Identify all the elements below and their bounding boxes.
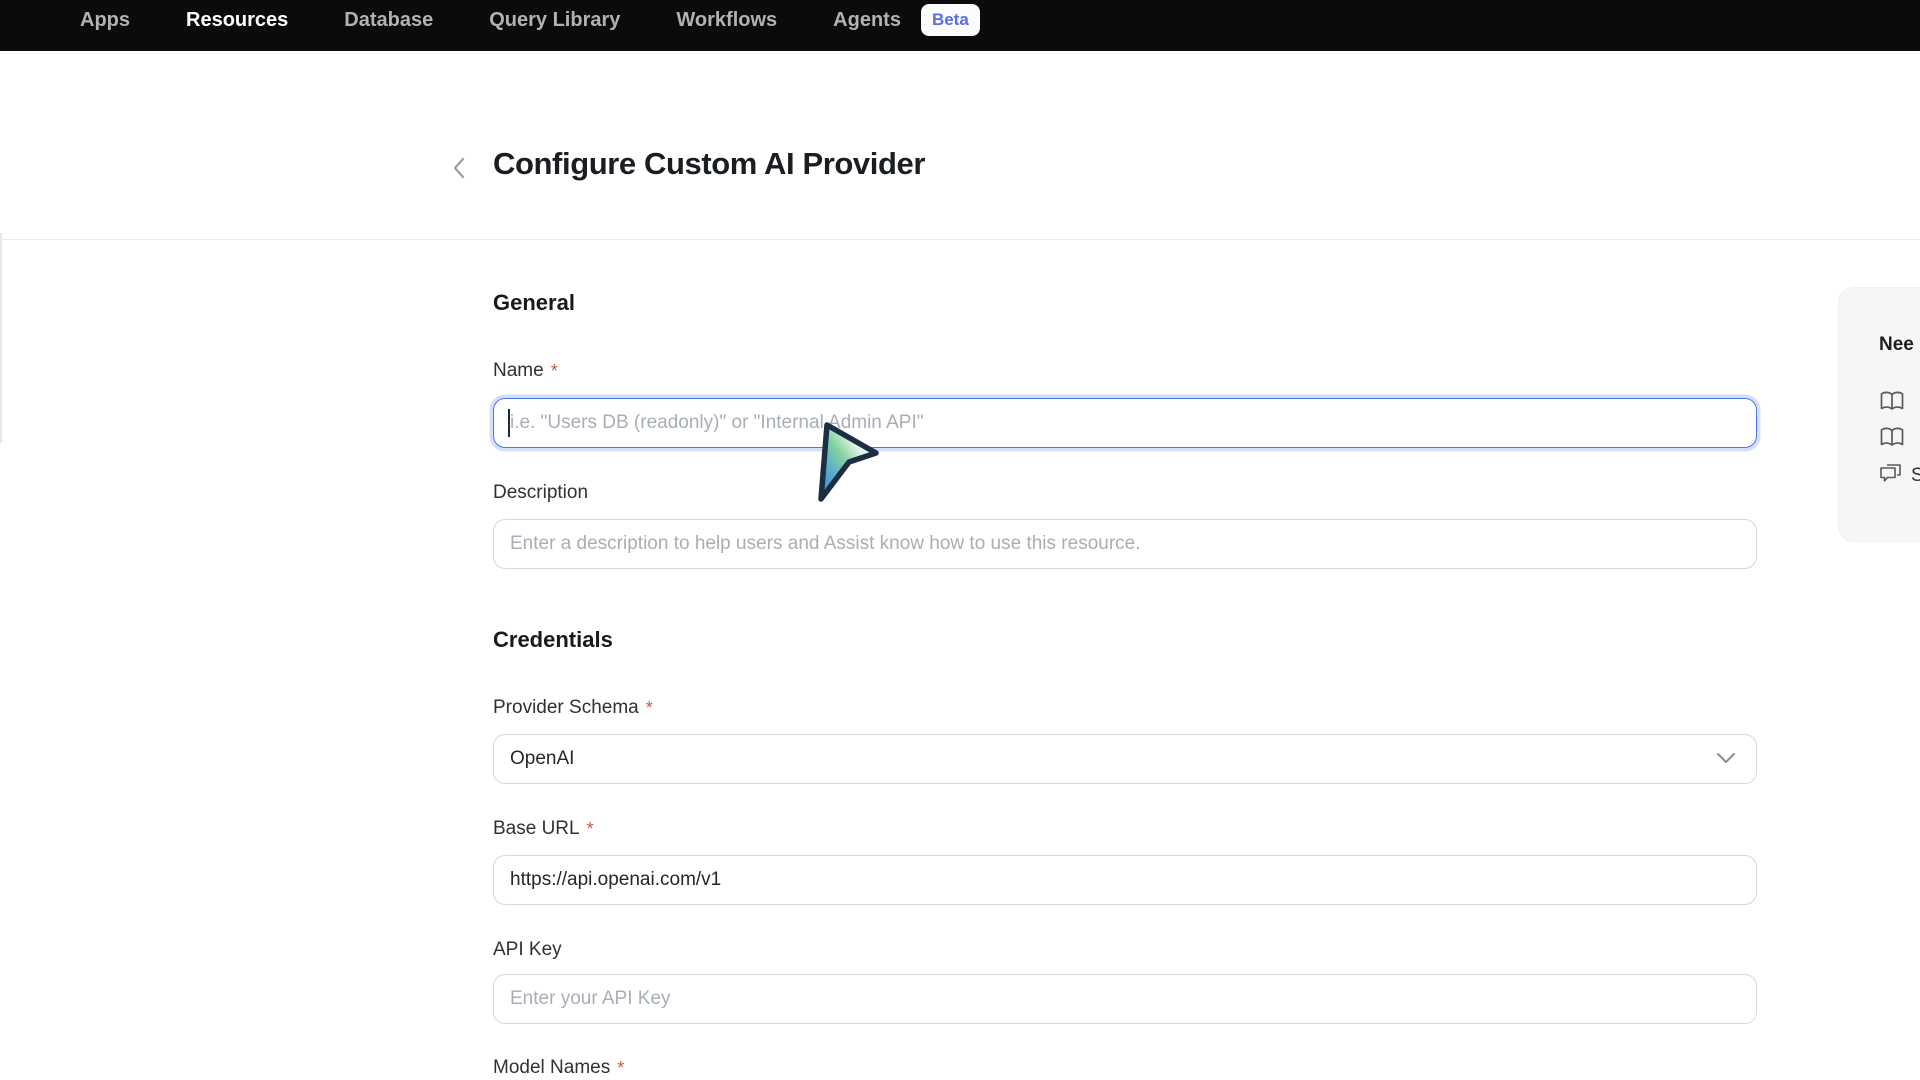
- book-icon: [1879, 390, 1905, 417]
- help-link-support[interactable]: S: [1879, 463, 1920, 489]
- name-input[interactable]: [493, 398, 1757, 448]
- provider-schema-value: OpenAI: [510, 748, 574, 770]
- tab-agents[interactable]: Agents: [833, 8, 901, 32]
- required-asterisk: *: [551, 359, 558, 383]
- help-link-docs-1[interactable]: [1879, 390, 1914, 417]
- tab-database[interactable]: Database: [344, 8, 433, 32]
- left-panel-edge: [0, 233, 2, 443]
- beta-badge: Beta: [921, 4, 980, 36]
- provider-schema-select[interactable]: OpenAI: [493, 734, 1757, 784]
- base-url-label: Base URL *: [493, 817, 594, 841]
- model-names-label: Model Names *: [493, 1056, 624, 1080]
- section-heading-credentials: Credentials: [493, 627, 613, 653]
- section-heading-general: General: [493, 290, 575, 316]
- header-divider: [0, 239, 1920, 240]
- chevron-down-icon: [1716, 748, 1736, 770]
- help-link-docs-2[interactable]: [1879, 426, 1914, 453]
- name-label: Name *: [493, 359, 558, 383]
- tab-resources[interactable]: Resources: [186, 8, 288, 32]
- text-caret: [508, 409, 510, 437]
- provider-schema-label: Provider Schema *: [493, 696, 653, 720]
- required-asterisk: *: [587, 817, 594, 841]
- help-panel: Nee: [1838, 287, 1920, 542]
- screen: Apps Resources Database Query Library Wo…: [0, 0, 1920, 1080]
- description-input[interactable]: [493, 519, 1757, 569]
- base-url-input[interactable]: [493, 855, 1757, 905]
- help-panel-title: Nee: [1879, 334, 1914, 356]
- top-nav: Apps Resources Database Query Library Wo…: [0, 0, 1920, 51]
- tab-workflows[interactable]: Workflows: [676, 8, 777, 32]
- tab-query-library[interactable]: Query Library: [489, 8, 620, 32]
- chat-icon: [1879, 463, 1902, 489]
- api-key-label: API Key: [493, 938, 562, 962]
- required-asterisk: *: [617, 1056, 624, 1080]
- description-label: Description: [493, 481, 588, 505]
- page-title: Configure Custom AI Provider: [493, 146, 925, 182]
- chevron-left-icon: [452, 167, 466, 184]
- required-asterisk: *: [646, 696, 653, 720]
- api-key-input[interactable]: [493, 974, 1757, 1024]
- tab-apps[interactable]: Apps: [80, 8, 130, 32]
- back-button[interactable]: [452, 156, 472, 182]
- book-icon: [1879, 426, 1905, 453]
- tab-agents-group: Agents Beta: [833, 8, 980, 36]
